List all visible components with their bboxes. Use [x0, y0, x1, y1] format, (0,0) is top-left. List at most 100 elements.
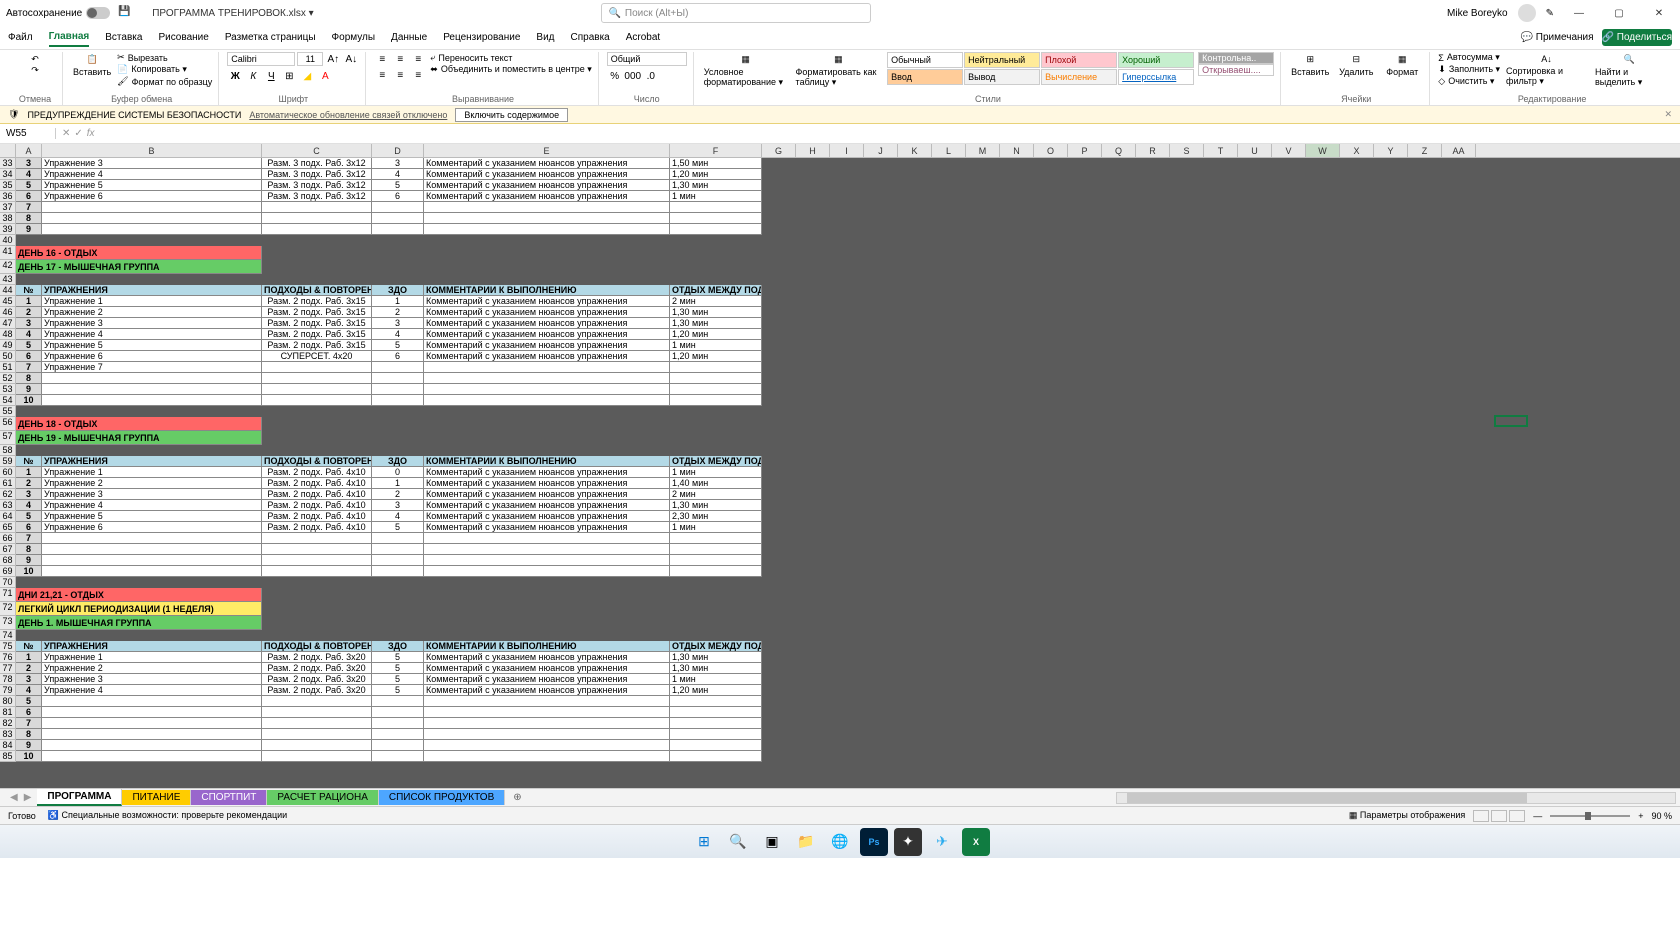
cell[interactable]: Упражнение 7 [42, 362, 262, 373]
col-header[interactable]: B [42, 144, 262, 157]
cell[interactable] [262, 696, 372, 707]
cell[interactable] [42, 707, 262, 718]
row-header[interactable]: 51 [0, 362, 16, 373]
number-format-selector[interactable]: Общий [607, 52, 687, 66]
row-header[interactable]: 59 [0, 456, 16, 467]
cell[interactable]: № [16, 285, 42, 296]
undo-button[interactable]: ↶↷ [14, 52, 56, 78]
cell[interactable]: Разм. 3 подх. Раб. 3х12 [262, 180, 372, 191]
autosave-toggle[interactable] [86, 7, 110, 19]
cell[interactable] [372, 696, 424, 707]
cell[interactable]: Разм. 2 подх. Раб. 3х15 [262, 307, 372, 318]
col-header[interactable]: W [1306, 144, 1340, 157]
cell[interactable] [372, 544, 424, 555]
cell[interactable]: ПОДХОДЫ & ПОВТОРЕНИЯ [262, 456, 372, 467]
doc-title[interactable]: ПРОГРАММА ТРЕНИРОВОК.xlsx ▾ [152, 8, 313, 19]
cell[interactable]: 3 [16, 158, 42, 169]
row-header[interactable]: 85 [0, 751, 16, 762]
cell[interactable]: Упражнение 1 [42, 467, 262, 478]
cell[interactable] [42, 395, 262, 406]
row-header[interactable]: 70 [0, 577, 16, 588]
col-header[interactable]: Z [1408, 144, 1442, 157]
cell[interactable] [42, 202, 262, 213]
underline-icon[interactable]: Ч [263, 69, 279, 83]
cell[interactable] [262, 533, 372, 544]
row-header[interactable]: 61 [0, 478, 16, 489]
section-header[interactable]: ДЕНЬ 17 - МЫШЕЧНАЯ ГРУППА [16, 260, 262, 274]
cell[interactable] [42, 544, 262, 555]
cell[interactable] [262, 718, 372, 729]
row-header[interactable]: 63 [0, 500, 16, 511]
bold-icon[interactable]: Ж [227, 69, 243, 83]
cell[interactable]: Комментарий с указанием нюансов упражнен… [424, 467, 670, 478]
col-header[interactable]: X [1340, 144, 1374, 157]
cell[interactable] [372, 373, 424, 384]
cell[interactable] [372, 395, 424, 406]
col-header[interactable]: F [670, 144, 762, 157]
cell[interactable]: Разм. 3 подх. Раб. 3х12 [262, 191, 372, 202]
border-icon[interactable]: ⊞ [281, 69, 297, 83]
accessibility-status[interactable]: ♿ Специальные возможности: проверьте рек… [48, 810, 287, 821]
merge-button[interactable]: ⬌ Объединить и поместить в центре ▾ [430, 64, 591, 75]
cell[interactable]: 1,30 мин [670, 180, 762, 191]
cell[interactable]: 1 [372, 296, 424, 307]
col-header[interactable]: D [372, 144, 424, 157]
cell[interactable]: 2 [16, 478, 42, 489]
accept-fx-icon[interactable]: ✓ [74, 128, 82, 139]
cell[interactable] [424, 395, 670, 406]
cell[interactable]: 6 [16, 522, 42, 533]
section-header[interactable]: ДЕНЬ 18 - ОТДЫХ [16, 417, 262, 431]
font-selector[interactable]: Calibri [227, 52, 295, 66]
cell[interactable]: 5 [372, 663, 424, 674]
cell[interactable] [42, 696, 262, 707]
horizontal-scrollbar[interactable] [1116, 792, 1676, 804]
row-header[interactable]: 39 [0, 224, 16, 235]
format-table-button[interactable]: ▦Форматировать как таблицу ▾ [794, 52, 884, 90]
cell[interactable]: 8 [16, 373, 42, 384]
tab-formulas[interactable]: Формулы [332, 29, 376, 46]
cell[interactable]: ОТДЫХ МЕЖДУ ПОДХ. [670, 285, 762, 296]
cell[interactable] [424, 718, 670, 729]
cell[interactable]: Упражнение 4 [42, 169, 262, 180]
row-header[interactable]: 72 [0, 602, 16, 616]
cell[interactable]: УПРАЖНЕНИЯ [42, 456, 262, 467]
row-header[interactable]: 33 [0, 158, 16, 169]
display-settings-button[interactable]: ▦ Параметры отображения [1349, 810, 1465, 821]
tab-acrobat[interactable]: Acrobat [626, 29, 660, 46]
format-cells-button[interactable]: ▦Формат [1381, 52, 1423, 79]
cell[interactable]: 6 [372, 191, 424, 202]
cell[interactable]: 1 [372, 478, 424, 489]
row-header[interactable]: 71 [0, 588, 16, 602]
col-header[interactable]: L [932, 144, 966, 157]
cell[interactable]: Комментарий с указанием нюансов упражнен… [424, 522, 670, 533]
cell[interactable] [372, 224, 424, 235]
row-header[interactable]: 73 [0, 616, 16, 630]
section-header[interactable]: ДЕНЬ 16 - ОТДЫХ [16, 246, 262, 260]
row-header[interactable]: 69 [0, 566, 16, 577]
cell[interactable] [670, 566, 762, 577]
tab-programma[interactable]: ПРОГРАММА [37, 789, 122, 806]
row-header[interactable]: 56 [0, 417, 16, 431]
zoom-slider[interactable] [1550, 815, 1630, 817]
user-name[interactable]: Mike Boreyko [1447, 8, 1508, 19]
cell[interactable]: Разм. 2 подх. Раб. 4х10 [262, 500, 372, 511]
paste-button[interactable]: 📋Вставить [71, 52, 113, 79]
sheet-area[interactable]: ABCDEFGHIJKLMNOPQRSTUVWXYZAA333Упражнени… [0, 144, 1680, 788]
zoom-pct[interactable]: 90 % [1651, 811, 1672, 821]
cell[interactable]: Разм. 2 подх. Раб. 3х15 [262, 318, 372, 329]
row-header[interactable]: 80 [0, 696, 16, 707]
cell[interactable]: 6 [372, 351, 424, 362]
cell[interactable]: 10 [16, 395, 42, 406]
cell[interactable]: 9 [16, 384, 42, 395]
row-header[interactable]: 74 [0, 630, 16, 641]
cell[interactable]: № [16, 641, 42, 652]
cell[interactable]: Упражнение 5 [42, 340, 262, 351]
cell[interactable] [424, 740, 670, 751]
cell[interactable]: 9 [16, 555, 42, 566]
cell[interactable] [262, 707, 372, 718]
cell[interactable]: 3 [372, 318, 424, 329]
cell[interactable] [262, 395, 372, 406]
photoshop-icon[interactable]: Ps [860, 828, 888, 856]
cell[interactable]: 4 [16, 685, 42, 696]
cell[interactable] [262, 729, 372, 740]
